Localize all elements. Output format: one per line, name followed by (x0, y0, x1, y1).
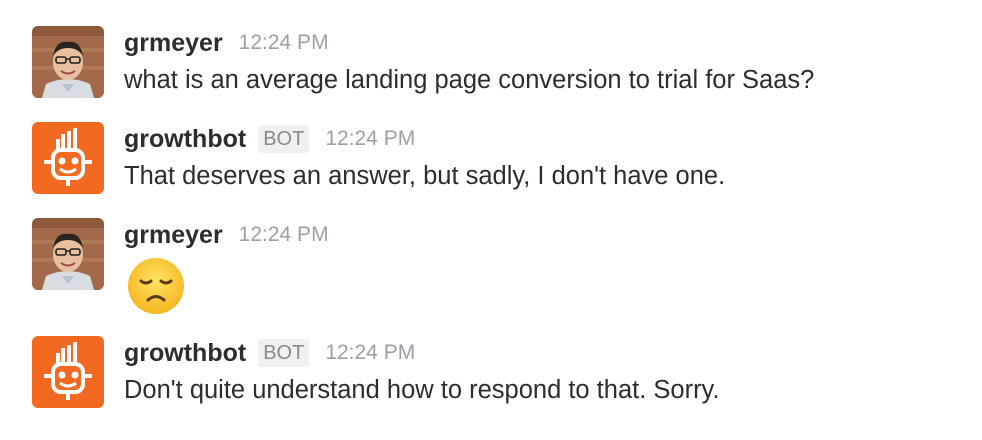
bot-avatar[interactable] (32, 122, 104, 194)
timestamp[interactable]: 12:24 PM (239, 223, 329, 247)
timestamp[interactable]: 12:24 PM (325, 127, 415, 151)
message-text: That deserves an answer, but sadly, I do… (124, 162, 726, 190)
bot-avatar[interactable] (32, 336, 104, 408)
message-text: what is an average landing page conversi… (124, 66, 815, 94)
bot-badge: BOT (258, 339, 310, 367)
username[interactable]: growthbot (124, 339, 246, 368)
user-avatar-image (32, 218, 104, 290)
growthbot-logo-icon (32, 122, 104, 194)
user-avatar[interactable] (32, 26, 104, 98)
user-avatar-image (32, 26, 104, 98)
username[interactable]: grmeyer (124, 29, 223, 58)
bot-badge: BOT (258, 125, 310, 153)
timestamp[interactable]: 12:24 PM (325, 341, 415, 365)
user-avatar[interactable] (32, 218, 104, 290)
growthbot-logo-icon (32, 336, 104, 408)
timestamp[interactable]: 12:24 PM (239, 31, 329, 55)
message-text: Don't quite understand how to respond to… (124, 376, 720, 404)
username[interactable]: growthbot (124, 125, 246, 154)
disappointed-face-icon (126, 256, 186, 316)
username[interactable]: grmeyer (124, 221, 223, 250)
